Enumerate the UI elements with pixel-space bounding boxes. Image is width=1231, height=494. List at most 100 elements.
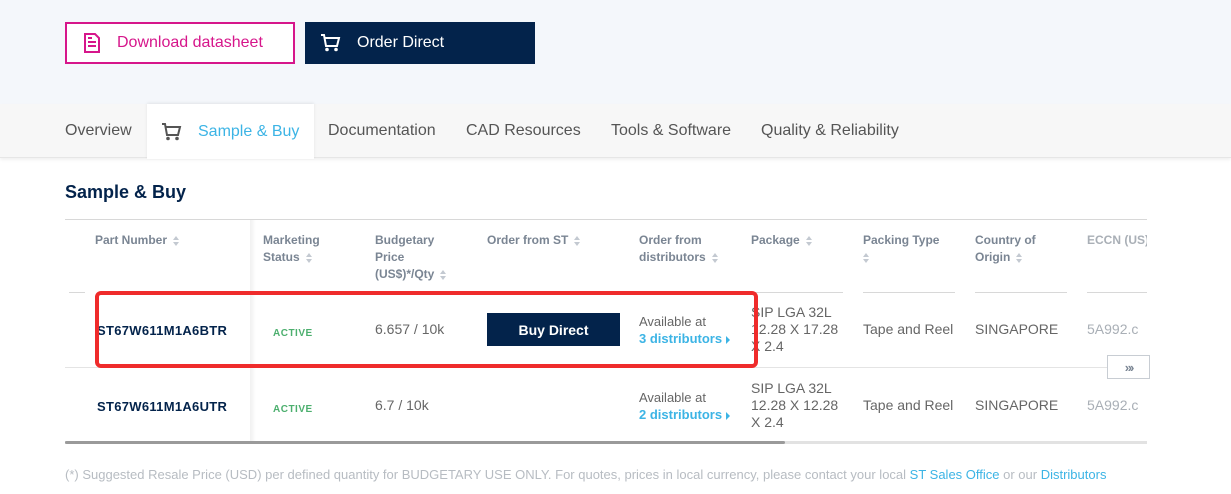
scrollbar-thumb[interactable]	[65, 441, 785, 444]
distributors-link[interactable]: 3 distributors	[639, 330, 731, 347]
tab-overview[interactable]: Overview	[65, 104, 132, 158]
tab-label: Sample & Buy	[198, 122, 300, 140]
package-line: X 2.4	[751, 338, 784, 354]
package-cell: SIP LGA 32L 12.28 X 17.28 X 2.4	[751, 304, 838, 355]
header-budgetary-price[interactable]: Budgetary Price (US$)*/Qty	[375, 232, 447, 283]
eccn-cell: 5A992.c	[1087, 321, 1139, 337]
header-divider	[975, 292, 1067, 293]
sticky-column-shadow	[250, 220, 256, 442]
buy-direct-button[interactable]: Buy Direct	[487, 313, 620, 346]
header-label: Country of	[975, 233, 1036, 247]
header-label: Order from	[639, 233, 702, 247]
distributors-link-label: 3 distributors	[639, 331, 723, 346]
header-country-of-origin[interactable]: Country of Origin	[975, 232, 1036, 266]
header-eccn[interactable]: ECCN (US)	[1087, 232, 1147, 249]
sort-icon	[1016, 252, 1023, 263]
sort-icon	[863, 252, 870, 263]
top-action-band: Download datasheet Order Direct	[0, 0, 1231, 104]
header-divider	[863, 292, 955, 293]
distributors-footnote-link[interactable]: Distributors	[1041, 467, 1107, 482]
datasheet-icon	[83, 33, 101, 53]
country-cell: SINGAPORE	[975, 321, 1059, 337]
download-datasheet-label: Download datasheet	[117, 34, 263, 51]
header-label: Origin	[975, 250, 1011, 264]
cart-icon	[162, 122, 182, 141]
section-title: Sample & Buy	[65, 182, 187, 202]
header-divider	[487, 292, 619, 293]
tab-label: CAD Resources	[466, 122, 581, 139]
download-datasheet-button[interactable]: Download datasheet	[65, 22, 295, 64]
status-badge: ACTIVE	[273, 404, 313, 415]
header-divider	[639, 292, 731, 293]
package-line: 12.28 X 12.28	[751, 397, 839, 413]
header-label: (US$)*/Qty	[375, 267, 435, 281]
availability-label: Available at	[639, 314, 706, 329]
package-cell: SIP LGA 32L 12.28 X 12.28 X 2.4	[751, 380, 838, 431]
order-direct-label: Order Direct	[357, 34, 445, 51]
footnote-text: or our	[999, 467, 1041, 482]
header-label: Price	[375, 250, 405, 264]
package-line: SIP LGA 32L	[751, 304, 832, 320]
order-direct-button[interactable]: Order Direct	[305, 22, 535, 64]
header-order-from-st[interactable]: Order from ST	[487, 232, 581, 249]
header-divider	[375, 292, 467, 293]
tab-documentation[interactable]: Documentation	[328, 104, 436, 158]
sort-icon	[440, 269, 447, 280]
sort-icon	[711, 252, 719, 263]
distributors-link[interactable]: 2 distributors	[639, 406, 731, 423]
package-line: SIP LGA 32L	[751, 380, 832, 396]
header-marketing-status[interactable]: Marketing Status	[263, 232, 320, 266]
status-badge: ACTIVE	[273, 328, 313, 339]
footnote-text: (*) Suggested Resale Price (USD) per def…	[65, 467, 910, 482]
header-label: Marketing	[263, 233, 320, 247]
header-label: ECCN (US)	[1087, 233, 1147, 247]
part-number-cell[interactable]: ST67W611M1A6BTR	[97, 322, 227, 339]
header-divider	[263, 292, 355, 293]
sample-buy-table: Part Number Marketing Status Budgetary P…	[65, 219, 1147, 442]
tab-label: Documentation	[328, 122, 436, 139]
caret-right-icon	[726, 411, 731, 420]
price-cell: 6.7 / 10k	[375, 397, 429, 413]
header-packing-type[interactable]: Packing Type	[863, 232, 939, 266]
product-tab-bar: Overview Sample & Buy Documentation CAD …	[0, 104, 1231, 159]
eccn-cell: 5A992.c	[1087, 397, 1139, 413]
caret-right-icon	[726, 335, 731, 344]
st-sales-office-link[interactable]: ST Sales Office	[910, 467, 1000, 482]
header-label: Packing Type	[863, 233, 940, 247]
tab-cad-resources[interactable]: CAD Resources	[466, 104, 581, 158]
header-label: Order from ST	[487, 233, 569, 247]
header-label: distributors	[639, 250, 706, 264]
table-horizontal-scrollbar[interactable]	[65, 441, 1147, 444]
header-divider	[751, 292, 843, 293]
package-line: 12.28 X 17.28	[751, 321, 839, 337]
distributors-link-label: 2 distributors	[639, 407, 723, 422]
header-label: Package	[751, 233, 800, 247]
header-divider	[69, 292, 85, 293]
header-label: Status	[263, 250, 300, 264]
part-number-cell[interactable]: ST67W611M1A6UTR	[97, 398, 227, 415]
header-label: Part Number	[95, 233, 168, 247]
scroll-right-button[interactable]: »›	[1107, 355, 1150, 379]
sort-icon	[574, 235, 581, 246]
cart-icon	[321, 34, 341, 52]
header-order-from-distributors[interactable]: Order from distributors	[639, 232, 719, 266]
header-part-number[interactable]: Part Number	[95, 232, 180, 249]
packing-type-cell: Tape and Reel	[863, 397, 954, 413]
header-divider	[1087, 292, 1147, 293]
tab-tools-and-software[interactable]: Tools & Software	[611, 104, 731, 158]
tab-label: Tools & Software	[611, 122, 732, 139]
package-line: X 2.4	[751, 414, 784, 430]
price-cell: 6.657 / 10k	[375, 321, 445, 337]
availability-label: Available at	[639, 390, 706, 405]
header-package[interactable]: Package	[751, 232, 813, 249]
sort-icon	[173, 235, 180, 246]
country-cell: SINGAPORE	[975, 397, 1059, 413]
price-footnote: (*) Suggested Resale Price (USD) per def…	[65, 467, 1106, 482]
packing-type-cell: Tape and Reel	[863, 321, 954, 337]
tab-quality-and-reliability[interactable]: Quality & Reliability	[761, 104, 899, 158]
sort-icon	[805, 235, 813, 246]
header-label: Budgetary	[375, 233, 435, 247]
tab-label: Overview	[65, 122, 132, 139]
tab-sample-and-buy[interactable]: Sample & Buy	[147, 104, 315, 159]
row-divider	[65, 367, 1147, 368]
